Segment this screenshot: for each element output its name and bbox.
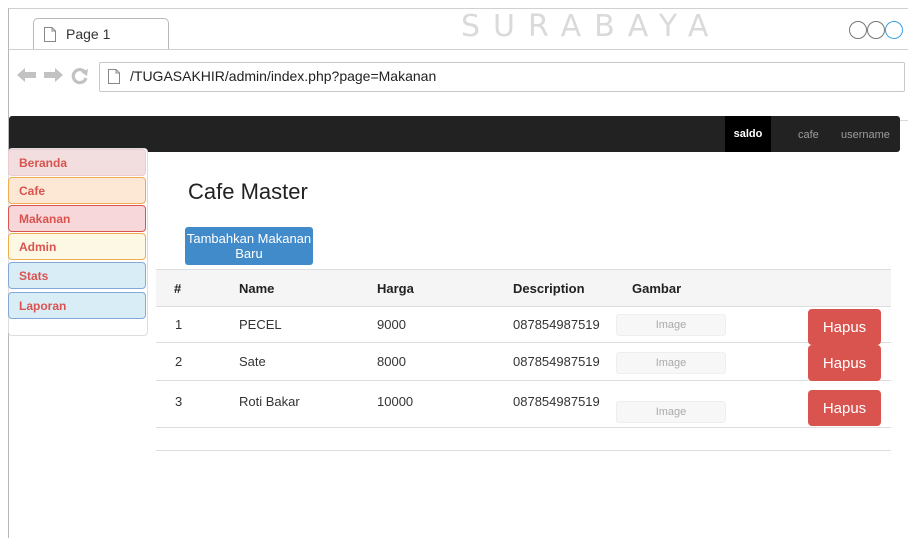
page-icon xyxy=(44,27,56,42)
delete-button[interactable]: Hapus xyxy=(808,309,881,345)
row-number: 3 xyxy=(175,394,183,409)
column-header-gambar: Gambar xyxy=(632,281,682,296)
sidebar-item-beranda[interactable]: Beranda xyxy=(8,149,146,176)
back-arrow-icon[interactable] xyxy=(17,67,37,83)
delete-button[interactable]: Hapus xyxy=(808,345,881,381)
sidebar-item-makanan[interactable]: Makanan xyxy=(8,205,146,232)
row-description: 087854987519 xyxy=(513,354,600,369)
window-control-icon[interactable] xyxy=(867,21,885,39)
url-text: /TUGASAKHIR/admin/index.php?page=Makanan xyxy=(130,68,437,84)
browser-tab[interactable]: Page 1 xyxy=(33,18,169,49)
row-name: Sate xyxy=(239,354,266,369)
window-control-icon[interactable] xyxy=(849,21,867,39)
forward-arrow-icon[interactable] xyxy=(43,67,63,83)
address-bar[interactable]: /TUGASAKHIR/admin/index.php?page=Makanan xyxy=(99,62,905,92)
nav-username[interactable]: username xyxy=(841,116,890,152)
app-navbar: saldo cafe username xyxy=(9,116,900,152)
nav-cafe[interactable]: cafe xyxy=(798,116,819,152)
tab-title: Page 1 xyxy=(66,26,111,42)
watermark: SURABAYA xyxy=(461,9,722,44)
row-name: PECEL xyxy=(239,317,282,332)
table-header: # Name Harga Description Gambar xyxy=(156,269,891,307)
sidebar: Beranda Cafe Makanan Admin Stats Laporan xyxy=(8,148,148,336)
table-row: 1 PECEL 9000 087854987519 Image Hapus xyxy=(156,306,891,345)
row-number: 1 xyxy=(175,317,183,332)
sidebar-item-cafe[interactable]: Cafe xyxy=(8,177,146,204)
image-field[interactable]: Image xyxy=(616,352,726,374)
sidebar-item-admin[interactable]: Admin xyxy=(8,233,146,260)
page-title: Cafe Master xyxy=(188,179,308,204)
row-harga: 9000 xyxy=(377,317,406,332)
window-control-icon[interactable] xyxy=(885,21,903,39)
row-number: 2 xyxy=(175,354,183,369)
add-food-button[interactable]: Tambahkan Makanan Baru xyxy=(185,227,313,265)
row-description: 087854987519 xyxy=(513,317,600,332)
browser-toolbar: /TUGASAKHIR/admin/index.php?page=Makanan xyxy=(9,50,908,121)
image-field[interactable]: Image xyxy=(616,314,726,336)
row-name: Roti Bakar xyxy=(239,394,300,409)
reload-icon[interactable] xyxy=(71,67,89,85)
table-row: 2 Sate 8000 087854987519 Image Hapus xyxy=(156,343,891,381)
row-harga: 8000 xyxy=(377,354,406,369)
divider xyxy=(156,450,891,451)
row-harga: 10000 xyxy=(377,394,414,409)
row-description: 087854987519 xyxy=(513,394,600,409)
column-header-number: # xyxy=(174,281,182,296)
table-row: 3 Roti Bakar 10000 087854987519 Image Ha… xyxy=(156,381,891,428)
sidebar-item-stats[interactable]: Stats xyxy=(8,262,146,289)
column-header-name: Name xyxy=(239,281,275,296)
tab-strip: Page 1 SURABAYA xyxy=(9,9,908,50)
sidebar-item-laporan[interactable]: Laporan xyxy=(8,292,146,319)
nav-saldo[interactable]: saldo xyxy=(725,116,771,152)
column-header-harga: Harga xyxy=(377,281,414,296)
image-field[interactable]: Image xyxy=(616,401,726,423)
delete-button[interactable]: Hapus xyxy=(808,390,881,426)
column-header-description: Description xyxy=(513,281,585,296)
page-icon xyxy=(108,69,120,84)
